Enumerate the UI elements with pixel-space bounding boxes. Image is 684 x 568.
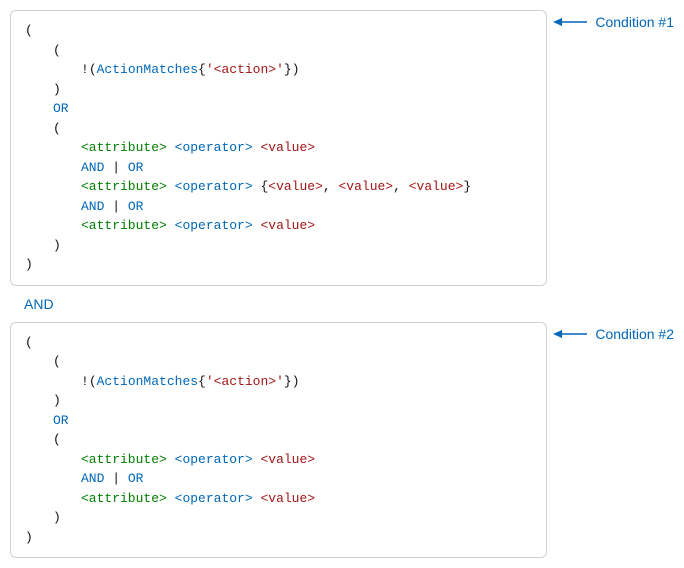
condition-1-code: ( ( !(ActionMatches{'<action>'}) ) OR ( … [10,10,547,286]
and-connector: AND [24,296,674,312]
bang: ! [81,62,89,77]
action-literal: '<action>' [206,374,284,389]
comma: , [323,179,339,194]
paren: ( [53,43,61,58]
condition-2-label: Condition #2 [547,322,674,342]
condition-1-wrapper: ( ( !(ActionMatches{'<action>'}) ) OR ( … [10,10,674,286]
value-token: <value> [260,140,315,155]
paren: ( [89,374,97,389]
paren: ( [89,62,97,77]
arrow-left-icon [553,327,589,341]
value-token: <value> [260,218,315,233]
value-token: <value> [409,179,464,194]
or-keyword: OR [128,471,144,486]
paren: ) [53,82,61,97]
operator-token: <operator> [175,179,253,194]
brace: { [198,62,206,77]
paren: ( [53,121,61,136]
paren: ( [53,432,61,447]
value-token: <value> [339,179,394,194]
paren: ) [53,510,61,525]
operator-token: <operator> [175,452,253,467]
paren: ) [25,530,33,545]
attribute-token: <attribute> [81,179,167,194]
attribute-token: <attribute> [81,491,167,506]
attribute-token: <attribute> [81,218,167,233]
paren: ) [53,238,61,253]
operator-token: <operator> [175,218,253,233]
pipe: | [104,199,127,214]
attribute-token: <attribute> [81,140,167,155]
or-keyword: OR [128,199,144,214]
paren: ( [53,354,61,369]
value-token: <value> [260,491,315,506]
or-keyword: OR [53,413,69,428]
pipe: | [104,471,127,486]
condition-2-text: Condition #2 [595,326,674,342]
or-keyword: OR [128,160,144,175]
and-keyword: AND [81,471,104,486]
bang: ! [81,374,89,389]
paren: ( [25,23,33,38]
paren: ( [25,335,33,350]
brace: } [463,179,471,194]
condition-1-text: Condition #1 [595,14,674,30]
attribute-token: <attribute> [81,452,167,467]
or-keyword: OR [53,101,69,116]
brace: { [198,374,206,389]
brace: } [284,62,292,77]
pipe: | [104,160,127,175]
value-token: <value> [260,452,315,467]
action-matches: ActionMatches [97,62,198,77]
condition-2-wrapper: ( ( !(ActionMatches{'<action>'}) ) OR ( … [10,322,674,559]
operator-token: <operator> [175,140,253,155]
and-keyword: AND [81,160,104,175]
paren: ) [292,374,300,389]
action-literal: '<action>' [206,62,284,77]
operator-token: <operator> [175,491,253,506]
arrow-left-icon [553,15,589,29]
condition-1-label: Condition #1 [547,10,674,30]
condition-2-code: ( ( !(ActionMatches{'<action>'}) ) OR ( … [10,322,547,559]
action-matches: ActionMatches [97,374,198,389]
paren: ) [25,257,33,272]
and-keyword: AND [81,199,104,214]
value-token: <value> [268,179,323,194]
paren: ) [53,393,61,408]
brace: } [284,374,292,389]
paren: ) [292,62,300,77]
comma: , [393,179,409,194]
